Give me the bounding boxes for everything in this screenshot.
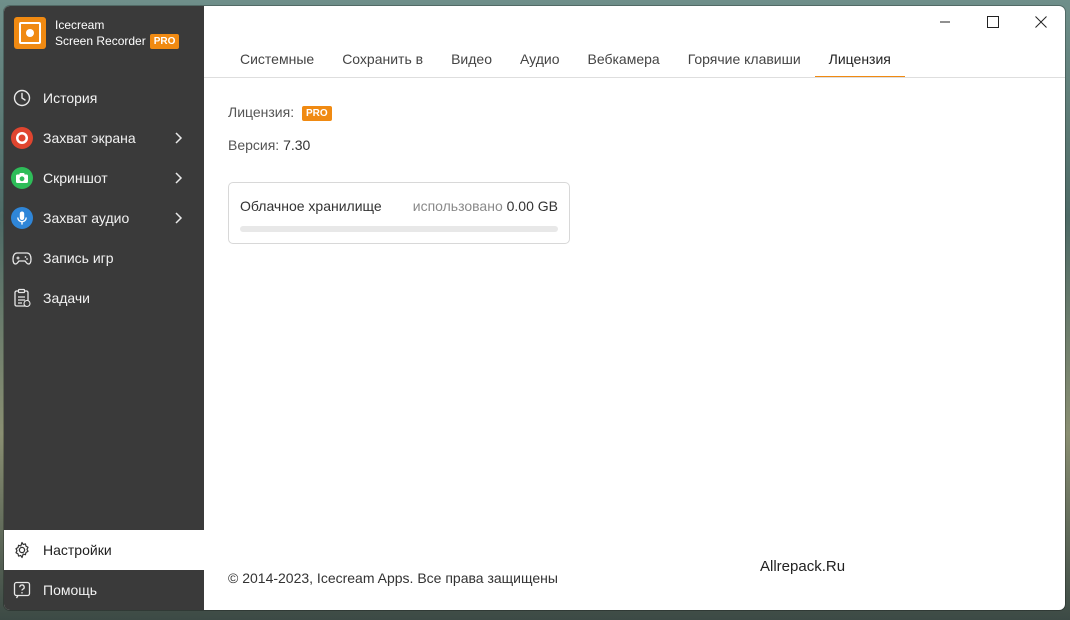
chevron-right-icon [175, 132, 183, 144]
gear-icon [11, 539, 33, 561]
app-name-line2: Screen Recorder [55, 34, 146, 48]
watermark-text: Allrepack.Ru [760, 558, 846, 575]
app-window: Icecream Screen Recorder PRO История Захв… [4, 6, 1065, 610]
tabs-divider [204, 77, 1065, 78]
microphone-icon [11, 207, 33, 229]
help-icon [11, 579, 33, 601]
tab-audio[interactable]: Аудио [506, 46, 574, 78]
sidebar-item-label: Задачи [43, 290, 91, 306]
history-clock-icon [11, 87, 33, 109]
tab-license[interactable]: Лицензия [814, 46, 906, 78]
sidebar-item-label: Запись игр [43, 250, 114, 266]
copyright-text: © 2014-2023, Icecream Apps. Все права за… [228, 570, 558, 586]
main-panel: Системные Сохранить в Видео Аудио Вебкам… [204, 6, 1065, 610]
storage-progress-bar [240, 226, 558, 232]
window-controls [921, 6, 1065, 38]
minimize-icon [940, 21, 950, 23]
version-row: Версия: 7.30 [228, 137, 310, 153]
logo-icon [14, 17, 46, 49]
tab-video[interactable]: Видео [437, 46, 506, 78]
usage-label: использовано [412, 198, 503, 214]
tab-save-to[interactable]: Сохранить в [328, 46, 437, 78]
tab-system[interactable]: Системные [226, 46, 328, 78]
version-value: 7.30 [283, 137, 311, 153]
app-name-line1: Icecream [55, 18, 105, 32]
sidebar-item-screenshot[interactable]: Скриншот [4, 158, 204, 198]
sidebar-item-game-recording[interactable]: Запись игр [4, 238, 204, 278]
minimize-button[interactable] [921, 6, 969, 38]
license-pro-badge: PRO [302, 106, 332, 121]
tab-webcam[interactable]: Вебкамера [574, 46, 674, 78]
gamepad-icon [11, 247, 33, 269]
chevron-right-icon [175, 212, 183, 224]
cloud-storage-card: Облачное хранилище использовано 0.00 GB [228, 182, 570, 244]
version-label: Версия: [228, 137, 280, 153]
camera-icon [11, 167, 33, 189]
cloud-storage-title: Облачное хранилище [240, 198, 382, 214]
record-icon [11, 127, 33, 149]
app-logo: Icecream Screen Recorder PRO [14, 17, 180, 49]
tab-hotkeys[interactable]: Горячие клавиши [674, 46, 815, 78]
sidebar-item-tasks[interactable]: Задачи [4, 278, 204, 318]
sidebar-item-label: История [43, 90, 98, 106]
sidebar-item-label: Скриншот [43, 170, 108, 186]
logo-text: Icecream Screen Recorder PRO [55, 17, 180, 49]
cloud-storage-usage: использовано 0.00 GB [413, 198, 558, 214]
chevron-right-icon [175, 172, 183, 184]
tasks-clipboard-icon [11, 287, 33, 309]
maximize-button[interactable] [969, 6, 1017, 38]
sidebar-item-label: Настройки [43, 542, 112, 558]
usage-value: 0.00 GB [506, 198, 558, 214]
license-row: Лицензия: PRO [228, 104, 332, 121]
maximize-icon [987, 16, 999, 28]
close-button[interactable] [1017, 6, 1065, 38]
license-label: Лицензия: [228, 104, 295, 120]
sidebar-item-settings[interactable]: Настройки [4, 530, 204, 570]
sidebar-item-help[interactable]: Помощь [4, 570, 204, 610]
sidebar-bottom: Настройки Помощь [4, 530, 204, 610]
pro-badge: PRO [149, 34, 180, 49]
sidebar: Icecream Screen Recorder PRO История Захв… [4, 6, 204, 610]
close-icon [1035, 16, 1047, 28]
sidebar-item-screen-capture[interactable]: Захват экрана [4, 118, 204, 158]
sidebar-item-history[interactable]: История [4, 78, 204, 118]
sidebar-item-label: Помощь [43, 582, 98, 598]
sidebar-nav: История Захват экрана Скриншот Захват ау… [4, 78, 204, 318]
settings-tabs: Системные Сохранить в Видео Аудио Вебкам… [226, 46, 906, 78]
sidebar-item-audio-capture[interactable]: Захват аудио [4, 198, 204, 238]
sidebar-item-label: Захват аудио [43, 210, 130, 226]
sidebar-item-label: Захват экрана [43, 130, 136, 146]
